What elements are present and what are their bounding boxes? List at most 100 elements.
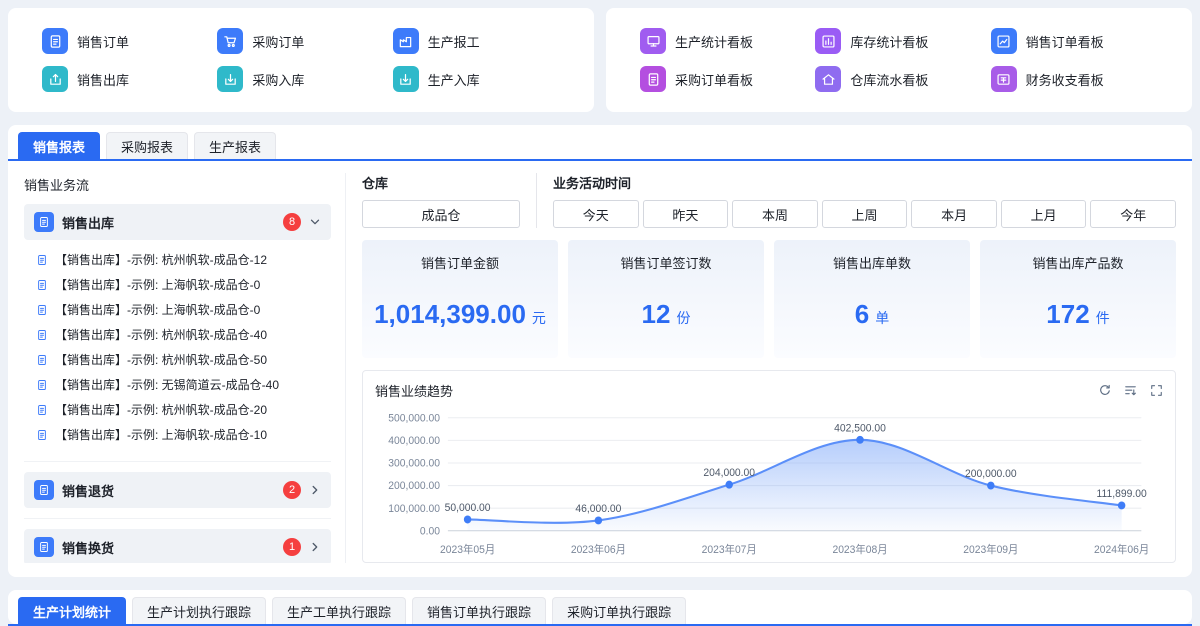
- fullscreen-icon[interactable]: [1150, 384, 1163, 397]
- shortcut-purchase-inbound-label: 采购入库: [252, 70, 304, 89]
- tab-production-workorder-tracking[interactable]: 生产工单执行跟踪: [272, 597, 406, 624]
- purchase-order-board-icon: [640, 66, 666, 92]
- flow-item[interactable]: 【销售出库】-示例: 上海帆软-成品仓-0: [24, 297, 331, 322]
- board-production-stats-label: 生产统计看板: [675, 32, 753, 51]
- tab-production-plan-tracking[interactable]: 生产计划执行跟踪: [132, 597, 266, 624]
- flow-item[interactable]: 【销售出库】-示例: 杭州帆软-成品仓-40: [24, 322, 331, 347]
- board-warehouse-flow[interactable]: 仓库流水看板: [815, 66, 982, 92]
- stat-sales-order-amount-title: 销售订单金额: [421, 253, 499, 272]
- shortcut-sales-order[interactable]: 销售订单: [42, 28, 209, 54]
- board-production-stats[interactable]: 生产统计看板: [640, 28, 807, 54]
- tab-purchase-report[interactable]: 采购报表: [106, 132, 188, 159]
- flow-item[interactable]: 【销售出库】-示例: 无锡简道云-成品仓-40: [24, 372, 331, 397]
- sort-filter-icon[interactable]: [1124, 384, 1137, 397]
- flow-item[interactable]: 【销售出库】-示例: 杭州帆软-成品仓-20: [24, 397, 331, 422]
- shortcut-sales-order-label: 销售订单: [77, 32, 129, 51]
- shortcut-sales-outbound-label: 销售出库: [77, 70, 129, 89]
- chart-tools: [1098, 384, 1163, 397]
- stat-sales-order-amount: 销售订单金额1,014,399.00元: [362, 240, 558, 358]
- filter-divider: [536, 173, 537, 228]
- svg-text:400,000.00: 400,000.00: [388, 435, 440, 447]
- production-report-icon: [393, 28, 419, 54]
- time-btn-last-week[interactable]: 上周: [822, 200, 908, 228]
- time-btn-last-month[interactable]: 上月: [1001, 200, 1087, 228]
- group-sales-return[interactable]: 销售退货2: [24, 472, 331, 508]
- shortcut-sales-outbound[interactable]: 销售出库: [42, 66, 209, 92]
- svg-text:50,000.00: 50,000.00: [445, 502, 491, 514]
- board-sales-order[interactable]: 销售订单看板: [991, 28, 1158, 54]
- sales-report-content: 仓库 成品仓 业务活动时间 今天昨天本周上周本月上月今年 销售订单金额1,014…: [346, 173, 1176, 563]
- svg-text:200,000.00: 200,000.00: [965, 468, 1017, 480]
- group-sales-outbound[interactable]: 销售出库 8: [24, 204, 331, 240]
- finance-board-icon: [991, 66, 1017, 92]
- tab-production-plan-stats[interactable]: 生产计划统计: [18, 597, 126, 624]
- shortcut-production-report-label: 生产报工: [428, 32, 480, 51]
- stat-outbound-product-count-value: 172件: [1046, 299, 1109, 330]
- flow-item[interactable]: 【销售出库】-示例: 上海帆软-成品仓-0: [24, 272, 331, 297]
- sales-flow-list: 销售出库8【销售出库】-示例: 杭州帆软-成品仓-12【销售出库】-示例: 上海…: [24, 204, 331, 563]
- time-label: 业务活动时间: [553, 173, 1176, 192]
- shortcut-purchase-order-label: 采购订单: [252, 32, 304, 51]
- group-sales-outbound-badge: 8: [283, 213, 301, 231]
- flow-item[interactable]: 【销售出库】-示例: 上海帆软-成品仓-10: [24, 422, 331, 447]
- group-sales-outbound-label: 销售出库: [62, 213, 275, 232]
- shortcut-purchase-order[interactable]: 采购订单: [217, 28, 384, 54]
- time-btn-this-year[interactable]: 今年: [1090, 200, 1176, 228]
- stat-sales-order-count-title: 销售订单签订数: [620, 253, 711, 272]
- svg-text:100,000.00: 100,000.00: [388, 503, 440, 515]
- flow-item[interactable]: 【销售出库】-示例: 杭州帆软-成品仓-12: [24, 247, 331, 272]
- group-sales-exchange[interactable]: 销售换货1: [24, 529, 331, 563]
- shortcut-production-inbound-label: 生产入库: [428, 70, 480, 89]
- top-shortcut-row: 销售订单采购订单生产报工销售出库采购入库生产入库 生产统计看板库存统计看板销售订…: [8, 8, 1192, 112]
- board-warehouse-flow-label: 仓库流水看板: [850, 70, 928, 89]
- group-sales-exchange-group: 销售换货1: [24, 518, 331, 563]
- stat-outbound-order-count: 销售出库单数6单: [774, 240, 970, 358]
- board-finance[interactable]: 财务收支看板: [991, 66, 1158, 92]
- tab-sales-order-tracking[interactable]: 销售订单执行跟踪: [412, 597, 546, 624]
- time-btn-this-month[interactable]: 本月: [911, 200, 997, 228]
- report-tabs: 销售报表采购报表生产报表: [8, 125, 1192, 159]
- warehouse-select[interactable]: 成品仓: [362, 200, 520, 228]
- document-icon: [36, 254, 48, 266]
- sales-order-board-icon: [991, 28, 1017, 54]
- filters-row: 仓库 成品仓 业务活动时间 今天昨天本周上周本月上月今年: [362, 173, 1176, 228]
- sales-outbound-doc-icon: [34, 212, 54, 232]
- stat-outbound-order-count-title: 销售出库单数: [833, 253, 911, 272]
- board-inventory-stats[interactable]: 库存统计看板: [815, 28, 982, 54]
- svg-text:300,000.00: 300,000.00: [388, 457, 440, 469]
- sales-outbound-icon: [42, 66, 68, 92]
- production-inbound-icon: [393, 66, 419, 92]
- svg-text:402,500.00: 402,500.00: [834, 422, 886, 434]
- tab-purchase-order-tracking[interactable]: 采购订单执行跟踪: [552, 597, 686, 624]
- chart-title: 销售业绩趋势: [375, 381, 453, 400]
- warehouse-flow-board-icon: [815, 66, 841, 92]
- svg-text:2024年06月: 2024年06月: [1094, 542, 1149, 555]
- bottom-tabs: 生产计划统计生产计划执行跟踪生产工单执行跟踪销售订单执行跟踪采购订单执行跟踪: [8, 590, 1192, 624]
- stat-outbound-product-count: 销售出库产品数172件: [980, 240, 1176, 358]
- group-sales-return-badge: 2: [283, 481, 301, 499]
- board-purchase-order[interactable]: 采购订单看板: [640, 66, 807, 92]
- sales-order-icon: [42, 28, 68, 54]
- quick-actions-card: 销售订单 采购订单 生产报工销售出库 采购入库 生产入库: [8, 8, 594, 112]
- shortcut-production-report[interactable]: 生产报工: [393, 28, 560, 54]
- svg-text:2023年09月: 2023年09月: [963, 542, 1018, 555]
- sales-report-body: 销售业务流 销售出库8【销售出库】-示例: 杭州帆软-成品仓-12【销售出库】-…: [8, 161, 1192, 577]
- time-btn-yesterday[interactable]: 昨天: [643, 200, 729, 228]
- report-card: 销售报表采购报表生产报表 销售业务流 销售出库8【销售出库】-示例: 杭州帆软-…: [8, 125, 1192, 577]
- time-btn-today[interactable]: 今天: [553, 200, 639, 228]
- time-btn-this-week[interactable]: 本周: [732, 200, 818, 228]
- svg-text:2023年06月: 2023年06月: [571, 542, 626, 555]
- shortcut-production-inbound[interactable]: 生产入库: [393, 66, 560, 92]
- tab-production-report[interactable]: 生产报表: [194, 132, 276, 159]
- refresh-icon[interactable]: [1098, 384, 1111, 397]
- flow-item[interactable]: 【销售出库】-示例: 杭州帆软-成品仓-50: [24, 347, 331, 372]
- tab-sales-report[interactable]: 销售报表: [18, 132, 100, 159]
- stat-cards: 销售订单金额1,014,399.00元销售订单签订数12份销售出库单数6单销售出…: [362, 240, 1176, 358]
- purchase-inbound-icon: [217, 66, 243, 92]
- dashboard-links-card: 生产统计看板 库存统计看板销售订单看板采购订单看板 仓库流水看板 财务收支看板: [606, 8, 1192, 112]
- sales-flow-panel: 销售业务流 销售出库8【销售出库】-示例: 杭州帆软-成品仓-12【销售出库】-…: [24, 173, 346, 563]
- shortcut-purchase-inbound[interactable]: 采购入库: [217, 66, 384, 92]
- group-sales-return-group: 销售退货2: [24, 461, 331, 508]
- chart-header: 销售业绩趋势: [375, 379, 1163, 401]
- sales-trend-card: 销售业绩趋势 0.00100,000.00200,000.00300,000.0…: [362, 370, 1176, 563]
